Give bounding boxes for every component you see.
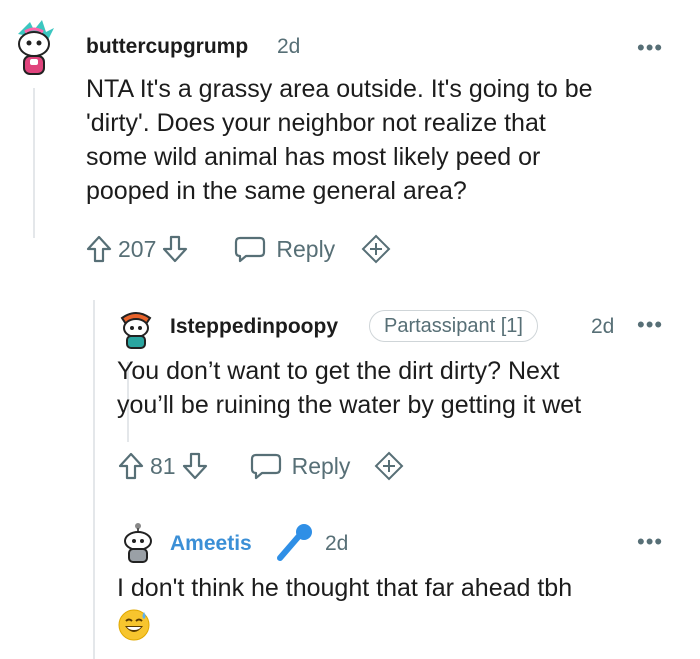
snoo-avatar-icon — [18, 20, 54, 75]
comment-bubble-icon — [235, 236, 266, 263]
comment-body-line: 'dirty'. Does your neighbor not realize … — [86, 109, 546, 137]
add-award-icon[interactable] — [374, 451, 404, 481]
avatar[interactable] — [116, 308, 156, 350]
more-options-icon[interactable]: ••• — [637, 531, 663, 553]
sweat-smile-emoji-icon — [117, 608, 151, 647]
comment-actions: 207 Reply — [84, 234, 391, 264]
microphone-icon — [274, 522, 314, 569]
snoo-avatar-icon — [120, 312, 152, 349]
add-award-icon[interactable] — [361, 234, 391, 264]
reply-label: Reply — [291, 452, 351, 479]
comment-age: 2d — [325, 532, 349, 555]
comment-body-line: pooped in the same general area? — [86, 177, 467, 205]
thread-line-1 — [33, 88, 35, 238]
reply-button[interactable]: Reply — [234, 235, 335, 263]
comment-body-line: some wild animal has most likely peed or — [86, 143, 541, 171]
snoo-avatar-icon — [124, 523, 152, 563]
downvote-icon[interactable] — [180, 451, 210, 481]
username[interactable]: buttercupgrump — [86, 35, 248, 59]
comment-age: 2d — [591, 315, 615, 338]
comment-age: 2d — [277, 35, 301, 58]
comment-body-line: You don’t want to get the dirt dirty? Ne… — [117, 357, 560, 385]
upvote-icon[interactable] — [116, 451, 146, 481]
comment-body-line: you’ll be ruining the water by getting i… — [117, 391, 582, 419]
username[interactable]: Ameetis — [170, 532, 252, 556]
user-flair: Partassipant [1] — [369, 310, 538, 342]
username[interactable]: Isteppedinpoopy — [170, 315, 338, 339]
reply-button[interactable]: Reply — [250, 452, 351, 480]
avatar[interactable] — [118, 522, 158, 564]
comment-body-line: I don't think he thought that far ahead … — [117, 574, 573, 602]
vote-count: 207 — [118, 235, 157, 262]
downvote-icon[interactable] — [160, 234, 190, 264]
comment-bubble-icon — [250, 453, 281, 480]
more-options-icon[interactable]: ••• — [637, 314, 663, 336]
comment-body-line: NTA It's a grassy area outside. It's goi… — [86, 75, 593, 103]
avatar[interactable] — [10, 18, 58, 78]
more-options-icon[interactable]: ••• — [637, 37, 663, 59]
vote-count: 81 — [150, 452, 176, 479]
comment-actions: 81 Reply — [116, 451, 404, 481]
thread-line-2 — [93, 300, 95, 659]
reply-label: Reply — [276, 235, 336, 262]
upvote-icon[interactable] — [84, 234, 114, 264]
